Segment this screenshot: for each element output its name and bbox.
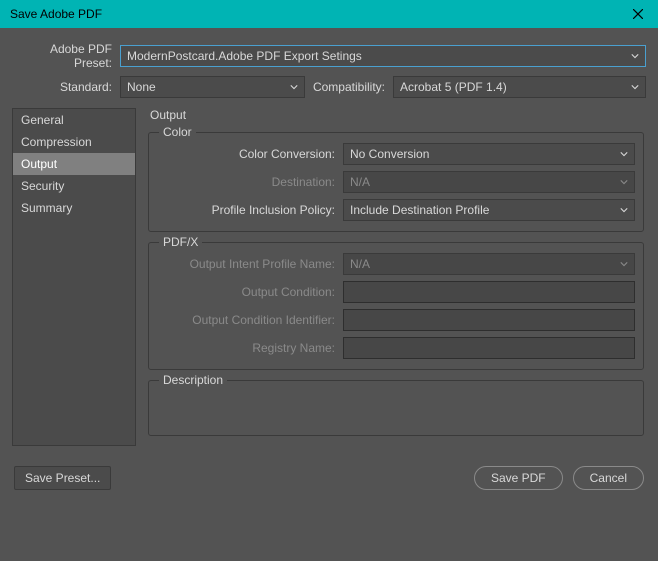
output-condition-input	[343, 281, 635, 303]
profile-policy-select[interactable]: Include Destination Profile	[343, 199, 635, 221]
preset-value: ModernPostcard.Adobe PDF Export Setings	[127, 49, 362, 63]
sidebar-item-general[interactable]: General	[13, 109, 135, 131]
chevron-down-icon	[290, 80, 298, 94]
output-condition-label: Output Condition:	[157, 285, 343, 299]
output-condition-id-input	[343, 309, 635, 331]
profile-policy-label: Profile Inclusion Policy:	[157, 203, 343, 217]
chevron-down-icon	[620, 203, 628, 217]
close-button[interactable]	[618, 0, 658, 28]
profile-policy-value: Include Destination Profile	[350, 203, 489, 217]
titlebar: Save Adobe PDF	[0, 0, 658, 28]
intent-label: Output Intent Profile Name:	[157, 257, 343, 271]
save-pdf-button[interactable]: Save PDF	[474, 466, 563, 490]
intent-value: N/A	[350, 257, 370, 271]
cancel-button[interactable]: Cancel	[573, 466, 644, 490]
color-conversion-value: No Conversion	[350, 147, 429, 161]
preset-label: Adobe PDF Preset:	[12, 42, 120, 70]
chevron-down-icon	[620, 175, 628, 189]
sidebar-item-compression[interactable]: Compression	[13, 131, 135, 153]
pdfx-fieldset: PDF/X Output Intent Profile Name: N/A Ou…	[148, 242, 644, 370]
compatibility-select[interactable]: Acrobat 5 (PDF 1.4)	[393, 76, 646, 98]
intent-select: N/A	[343, 253, 635, 275]
save-preset-button[interactable]: Save Preset...	[14, 466, 111, 490]
standard-label: Standard:	[12, 80, 120, 94]
sidebar: General Compression Output Security Summ…	[12, 108, 136, 446]
close-icon	[633, 9, 643, 19]
description-legend: Description	[159, 373, 227, 387]
chevron-down-icon	[631, 80, 639, 94]
description-fieldset: Description	[148, 380, 644, 436]
pdfx-legend: PDF/X	[159, 235, 202, 249]
sidebar-item-summary[interactable]: Summary	[13, 197, 135, 219]
color-conversion-label: Color Conversion:	[157, 147, 343, 161]
compatibility-value: Acrobat 5 (PDF 1.4)	[400, 80, 507, 94]
destination-value: N/A	[350, 175, 370, 189]
sidebar-item-security[interactable]: Security	[13, 175, 135, 197]
standard-select[interactable]: None	[120, 76, 305, 98]
panel-title: Output	[146, 108, 646, 122]
sidebar-item-output[interactable]: Output	[13, 153, 135, 175]
standard-value: None	[127, 80, 156, 94]
registry-name-label: Registry Name:	[157, 341, 343, 355]
chevron-down-icon	[631, 49, 639, 63]
chevron-down-icon	[620, 147, 628, 161]
footer: Save Preset... Save PDF Cancel	[0, 456, 658, 502]
chevron-down-icon	[620, 257, 628, 271]
registry-name-input	[343, 337, 635, 359]
output-condition-id-label: Output Condition Identifier:	[157, 313, 343, 327]
color-conversion-select[interactable]: No Conversion	[343, 143, 635, 165]
color-legend: Color	[159, 125, 196, 139]
destination-label: Destination:	[157, 175, 343, 189]
destination-select: N/A	[343, 171, 635, 193]
window-title: Save Adobe PDF	[10, 7, 102, 21]
compatibility-label: Compatibility:	[305, 80, 393, 94]
preset-select[interactable]: ModernPostcard.Adobe PDF Export Setings	[120, 45, 646, 67]
color-fieldset: Color Color Conversion: No Conversion De…	[148, 132, 644, 232]
main-panel: Output Color Color Conversion: No Conver…	[146, 108, 646, 446]
